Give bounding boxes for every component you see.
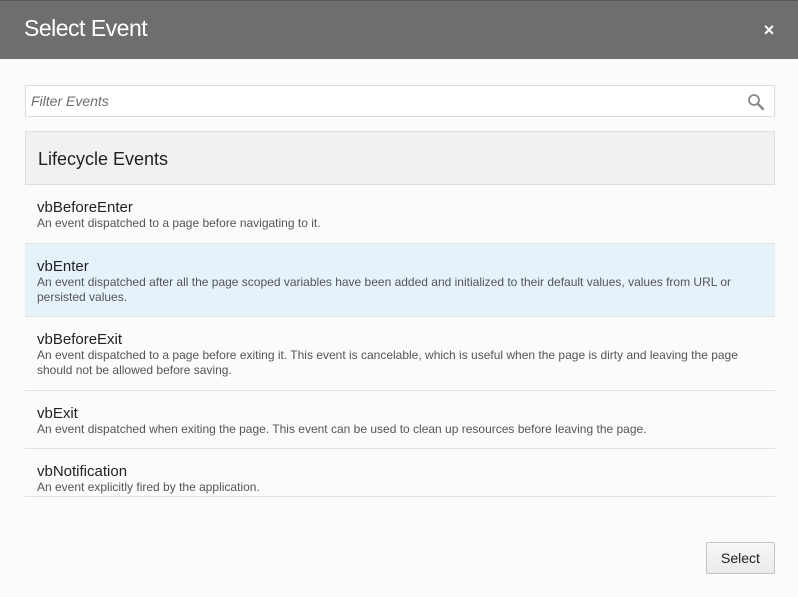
event-list: vbBeforeEnter An event dispatched to a p…	[25, 185, 775, 497]
event-name: vbBeforeExit	[37, 331, 123, 348]
select-button[interactable]: Select	[706, 542, 775, 574]
dialog-title: Select Event	[24, 15, 148, 41]
search-icon[interactable]	[747, 93, 765, 111]
dialog-header: Select Event ×	[0, 0, 798, 59]
event-item-vbExit[interactable]: vbExit An event dispatched when exiting …	[25, 391, 775, 449]
event-description: An event dispatched to a page before nav…	[37, 216, 321, 230]
group-label: Lifecycle Events	[38, 149, 169, 169]
event-name: vbExit	[37, 405, 78, 422]
event-description: An event dispatched after all the page s…	[37, 275, 731, 304]
event-item-vbEnter[interactable]: vbEnter An event dispatched after all th…	[25, 244, 775, 317]
event-description: An event dispatched when exiting the pag…	[37, 422, 647, 436]
event-name: vbNotification	[37, 463, 128, 480]
event-description: An event dispatched to a page before exi…	[37, 348, 738, 377]
event-item-vbNotification[interactable]: vbNotification An event explicitly fired…	[25, 449, 775, 497]
select-event-dialog: Select Event × Lifecycle Events vbBefore…	[0, 0, 798, 597]
event-item-vbBeforeEnter[interactable]: vbBeforeEnter An event dispatched to a p…	[25, 185, 775, 244]
group-header-lifecycle-events: Lifecycle Events	[25, 131, 775, 185]
event-description: An event explicitly fired by the applica…	[37, 480, 260, 494]
close-icon[interactable]: ×	[760, 21, 778, 39]
event-name: vbEnter	[37, 258, 89, 275]
event-name: vbBeforeEnter	[37, 199, 133, 216]
filter-field[interactable]	[25, 85, 775, 117]
filter-events-input[interactable]	[26, 86, 736, 116]
event-item-vbBeforeExit[interactable]: vbBeforeExit An event dispatched to a pa…	[25, 317, 775, 391]
